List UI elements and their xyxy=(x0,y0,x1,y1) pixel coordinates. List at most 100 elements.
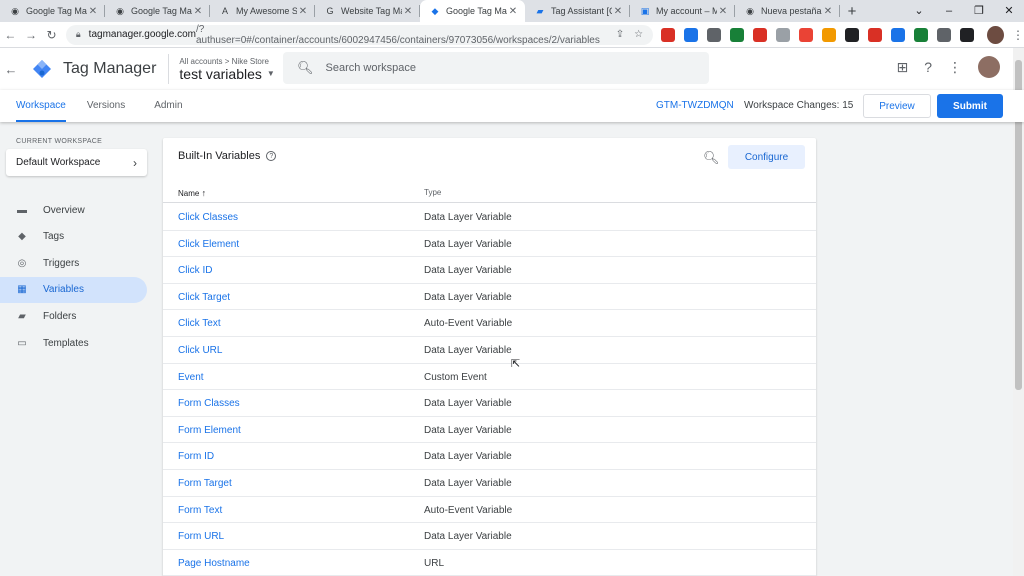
variable-name-link[interactable]: Click ID xyxy=(178,265,212,276)
bookmark-star-icon[interactable]: ☆ xyxy=(634,29,643,40)
url-input[interactable]: 🔒︎ tagmanager.google.com /?authuser=0#/c… xyxy=(65,24,654,46)
extension-icon[interactable] xyxy=(684,27,699,42)
extension-icon[interactable] xyxy=(799,27,814,42)
variable-name-link[interactable]: Event xyxy=(178,372,204,383)
extension-icon[interactable] xyxy=(776,27,791,42)
table-row[interactable]: Form Text Auto-Event Variable xyxy=(163,497,816,524)
container-id[interactable]: GTM-TWZDMQN xyxy=(656,90,734,122)
table-row[interactable]: Form URL Data Layer Variable xyxy=(163,523,816,550)
sidebar-item-templates[interactable]: ▭ Templates xyxy=(0,330,147,356)
extension-icon[interactable] xyxy=(891,27,906,42)
share-icon[interactable]: ⇪ xyxy=(616,29,624,40)
profile-avatar[interactable] xyxy=(987,25,1004,44)
table-row[interactable]: Event Custom Event xyxy=(163,364,816,391)
table-row[interactable]: Click ID Data Layer Variable xyxy=(163,257,816,284)
table-row[interactable]: Click Element Data Layer Variable xyxy=(163,231,816,258)
submit-button[interactable]: Submit xyxy=(937,94,1003,118)
extension-icon[interactable] xyxy=(960,27,975,42)
sidebar-item-triggers[interactable]: ◎ Triggers xyxy=(0,250,147,276)
column-header-name[interactable]: Name ↑ xyxy=(178,188,206,198)
variable-name-link[interactable]: Click Target xyxy=(178,292,230,303)
table-row[interactable]: Form Element Data Layer Variable xyxy=(163,417,816,444)
tab-versions[interactable]: Versions xyxy=(87,90,125,122)
variable-type: Auto-Event Variable xyxy=(424,318,513,330)
close-tab-icon[interactable]: ✕ xyxy=(87,6,99,17)
browser-tab[interactable]: ▣ My account – My✕ xyxy=(630,0,735,22)
close-tab-icon[interactable]: ✕ xyxy=(822,6,834,17)
preview-button[interactable]: Preview xyxy=(863,94,931,118)
sidebar-item-overview[interactable]: ▬ Overview xyxy=(0,197,147,223)
extension-icon[interactable] xyxy=(707,27,722,42)
tab-search-icon[interactable]: ⌄ xyxy=(904,0,934,22)
extension-icon[interactable] xyxy=(914,27,929,42)
forward-icon[interactable]: → xyxy=(21,28,42,42)
variable-name-link[interactable]: Form ID xyxy=(178,451,214,462)
close-tab-icon[interactable]: ✕ xyxy=(507,6,519,17)
table-row[interactable]: Form Classes Data Layer Variable xyxy=(163,390,816,417)
browser-tab[interactable]: ◉ Nueva pestaña ✕ xyxy=(735,0,840,22)
minimize-icon[interactable]: – xyxy=(934,0,964,22)
apps-grid-icon[interactable]: ⊞ xyxy=(896,59,908,76)
extension-icon[interactable] xyxy=(868,27,883,42)
breadcrumb[interactable]: All accounts > Nike Store test variables… xyxy=(179,57,274,82)
workspace-selector[interactable]: Default Workspace › xyxy=(6,149,147,176)
table-row[interactable]: Click URL Data Layer Variable xyxy=(163,337,816,364)
breadcrumb-path[interactable]: All accounts > Nike Store xyxy=(179,57,274,66)
extension-icon[interactable] xyxy=(937,27,952,42)
table-row[interactable]: Click Target Data Layer Variable xyxy=(163,284,816,311)
extension-icon[interactable] xyxy=(730,27,745,42)
variable-name-link[interactable]: Form Text xyxy=(178,505,222,516)
reload-icon[interactable]: ↻ xyxy=(41,28,62,42)
close-tab-icon[interactable]: ✕ xyxy=(612,6,624,17)
sidebar-item-variables[interactable]: ▦ Variables xyxy=(0,276,147,303)
search-placeholder: Search workspace xyxy=(325,62,417,74)
browser-tab[interactable]: ◉ Google Tag Mana✕ xyxy=(105,0,210,22)
help-circle-icon[interactable]: ? xyxy=(266,151,277,161)
variable-name-link[interactable]: Form URL xyxy=(178,531,224,542)
table-row[interactable]: Click Classes Data Layer Variable xyxy=(163,204,816,231)
extension-icon[interactable] xyxy=(845,27,860,42)
browser-tab[interactable]: ◆ Google Tag Mana✕ xyxy=(420,0,525,22)
variable-name-link[interactable]: Form Target xyxy=(178,478,232,489)
tab-workspace[interactable]: Workspace xyxy=(16,90,66,122)
table-row[interactable]: Form Target Data Layer Variable xyxy=(163,470,816,497)
variable-name-link[interactable]: Form Element xyxy=(178,425,241,436)
workspace-search-input[interactable]: 🔍︎ Search workspace xyxy=(283,52,709,84)
sidebar-item-tags[interactable]: ◆ Tags xyxy=(0,224,147,250)
close-window-icon[interactable]: ✕ xyxy=(994,0,1024,22)
variable-name-link[interactable]: Click Text xyxy=(178,318,221,329)
table-row[interactable]: Click Text Auto-Event Variable xyxy=(163,310,816,337)
variable-name-link[interactable]: Click URL xyxy=(178,345,222,356)
table-row[interactable]: Form ID Data Layer Variable xyxy=(163,443,816,470)
browser-tab[interactable]: ▰ Tag Assistant [Co✕ xyxy=(525,0,630,22)
browser-tab[interactable]: G Website Tag Man✕ xyxy=(315,0,420,22)
configure-button[interactable]: Configure xyxy=(728,145,805,169)
browser-tab[interactable]: A My Awesome Sto✕ xyxy=(210,0,315,22)
close-tab-icon[interactable]: ✕ xyxy=(297,6,309,17)
help-icon[interactable]: ? xyxy=(924,59,932,75)
maximize-icon[interactable]: ❐ xyxy=(964,0,994,22)
close-tab-icon[interactable]: ✕ xyxy=(402,6,414,17)
variable-name-link[interactable]: Page Hostname xyxy=(178,558,250,569)
tab-admin[interactable]: Admin xyxy=(154,90,182,122)
variable-name-link[interactable]: Form Classes xyxy=(178,398,240,409)
extension-icon[interactable] xyxy=(661,27,676,42)
more-vert-icon[interactable]: ⋮ xyxy=(948,59,962,76)
table-search-icon[interactable]: 🔍︎ xyxy=(703,150,720,166)
variable-name-link[interactable]: Click Element xyxy=(178,239,239,250)
browser-tab[interactable]: ◉ Google Tag Mana✕ xyxy=(0,0,105,22)
sidebar-item-folders[interactable]: ▰ Folders xyxy=(0,303,147,329)
extension-icon[interactable] xyxy=(753,27,768,42)
close-tab-icon[interactable]: ✕ xyxy=(717,6,729,17)
close-tab-icon[interactable]: ✕ xyxy=(192,6,204,17)
chrome-menu-icon[interactable]: ⋮ xyxy=(1012,28,1024,42)
table-row[interactable]: Page Hostname URL xyxy=(163,550,816,576)
avatar[interactable] xyxy=(978,56,1000,78)
variable-name-link[interactable]: Click Classes xyxy=(178,212,238,223)
new-tab-button[interactable]: + xyxy=(840,0,864,22)
container-selector[interactable]: test variables ▼ xyxy=(179,66,274,82)
page-scrollbar[interactable] xyxy=(1013,48,1024,576)
extension-icon[interactable] xyxy=(822,27,837,42)
back-arrow-icon[interactable]: ← xyxy=(0,62,22,77)
back-icon[interactable]: ← xyxy=(0,28,21,42)
